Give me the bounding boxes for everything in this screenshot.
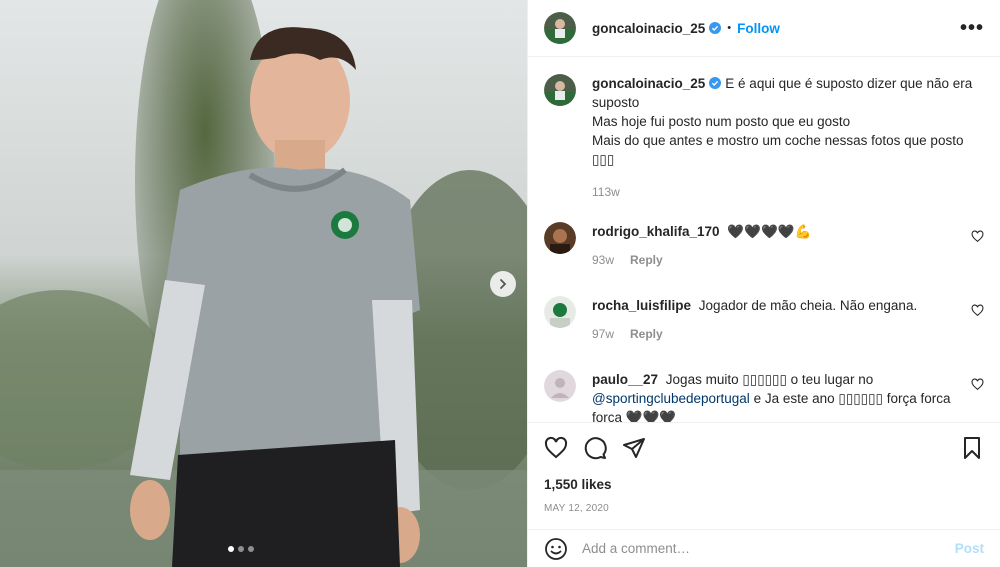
comment-time[interactable]: 93w xyxy=(592,253,614,267)
like-comment-heart-icon[interactable] xyxy=(971,378,984,391)
comment-username[interactable]: rocha_luisfilipe xyxy=(592,298,691,313)
comment-username[interactable]: paulo__27 xyxy=(592,372,658,387)
post-photo xyxy=(0,0,527,567)
reply-button[interactable]: Reply xyxy=(630,327,663,341)
comments-list[interactable]: goncaloinacio_25 E é aqui que é suposto d… xyxy=(528,58,1000,422)
emoji-icon[interactable] xyxy=(544,537,568,561)
comment-item: rodrigo_khalifa_170 🖤🖤🖤🖤💪 93w Reply xyxy=(544,222,984,270)
mention-link[interactable]: @sportingclubedeportugal xyxy=(592,391,750,406)
chevron-right-icon xyxy=(500,279,507,289)
comment-text: Jogador de mão cheia. Não engana. xyxy=(698,298,918,313)
comment-input[interactable] xyxy=(582,541,955,556)
more-options-button[interactable]: ••• xyxy=(960,18,984,38)
caption-time[interactable]: 113w xyxy=(592,185,620,199)
comment-bubble-icon[interactable] xyxy=(583,436,607,460)
bookmark-icon[interactable] xyxy=(960,436,984,460)
avatar[interactable] xyxy=(544,222,576,254)
like-comment-heart-icon[interactable] xyxy=(971,230,984,243)
comment-text: Jogas muito ▯▯▯▯▯▯ o teu lugar no xyxy=(665,372,874,387)
reply-button[interactable]: Reply xyxy=(630,253,663,267)
comment-item: rocha_luisfilipe Jogador de mão cheia. N… xyxy=(544,296,984,344)
comment-item: paulo__27 Jogas muito ▯▯▯▯▯▯ o teu lugar… xyxy=(544,370,984,422)
verified-badge-icon xyxy=(709,77,722,89)
post-side-panel: goncaloinacio_25 • Follow ••• goncaloina… xyxy=(527,0,1000,567)
share-paper-plane-icon[interactable] xyxy=(622,436,646,460)
next-photo-button[interactable] xyxy=(490,271,516,297)
carousel-dot xyxy=(238,546,244,552)
likes-count[interactable]: 1,550 likes xyxy=(544,477,984,492)
caption-username[interactable]: goncaloinacio_25 xyxy=(592,76,705,91)
avatar[interactable] xyxy=(544,370,576,402)
separator-dot: • xyxy=(727,22,732,34)
carousel-dot xyxy=(248,546,254,552)
username-link[interactable]: goncaloinacio_25 xyxy=(592,21,705,36)
avatar[interactable] xyxy=(544,296,576,328)
comment-username[interactable]: rodrigo_khalifa_170 xyxy=(592,224,720,239)
instagram-post: goncaloinacio_25 • Follow ••• goncaloina… xyxy=(0,0,1000,567)
add-comment-bar: Post xyxy=(528,529,1000,567)
caption-line: ▯▯▯ xyxy=(592,152,615,167)
avatar[interactable] xyxy=(544,74,576,106)
post-date[interactable]: MAY 12, 2020 xyxy=(544,503,984,514)
like-comment-heart-icon[interactable] xyxy=(971,304,984,317)
post-comment-button[interactable]: Post xyxy=(955,541,984,556)
caption-line: Mas hoje fui posto num posto que eu gost… xyxy=(592,114,851,129)
comment-time[interactable]: 97w xyxy=(592,327,614,341)
carousel-dot xyxy=(228,546,234,552)
post-actions: 1,550 likes MAY 12, 2020 xyxy=(528,422,1000,514)
comment-text: 🖤🖤🖤🖤💪 xyxy=(727,224,812,239)
follow-button[interactable]: Follow xyxy=(737,21,780,36)
post-header: goncaloinacio_25 • Follow ••• xyxy=(528,0,1000,57)
caption-line: Mais do que antes e mostro um coche ness… xyxy=(592,133,964,148)
avatar[interactable] xyxy=(544,12,576,44)
like-heart-icon[interactable] xyxy=(544,436,568,460)
caption: goncaloinacio_25 E é aqui que é suposto d… xyxy=(544,74,984,202)
post-media[interactable] xyxy=(0,0,527,567)
carousel-indicator xyxy=(228,546,254,552)
verified-badge-icon xyxy=(709,22,722,34)
